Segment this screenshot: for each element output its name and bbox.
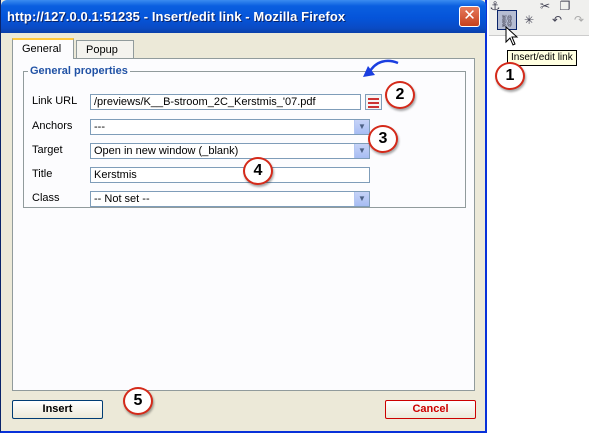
window-titlebar[interactable]: http://127.0.0.1:51235 - Insert/edit lin… bbox=[1, 0, 486, 33]
close-icon: ✕ bbox=[463, 7, 476, 24]
chevron-down-icon: ▼ bbox=[354, 144, 369, 158]
callout-1: 1 bbox=[495, 62, 525, 90]
callout-4: 4 bbox=[243, 157, 273, 185]
callout-3: 3 bbox=[368, 125, 398, 153]
chevron-down-icon: ▼ bbox=[354, 120, 369, 134]
insert-button[interactable]: Insert bbox=[12, 400, 103, 419]
redo-icon[interactable]: ↷ bbox=[569, 10, 589, 30]
undo-icon[interactable]: ↶ bbox=[547, 10, 567, 30]
window-title: http://127.0.0.1:51235 - Insert/edit lin… bbox=[7, 9, 346, 24]
class-label: Class bbox=[32, 192, 60, 204]
unlink-icon[interactable]: ✳ bbox=[519, 10, 539, 30]
browse-file-icon[interactable] bbox=[365, 94, 382, 110]
cancel-button[interactable]: Cancel bbox=[385, 400, 476, 419]
tab-general[interactable]: General bbox=[12, 38, 74, 59]
annotation-arrow-icon bbox=[363, 59, 399, 77]
callout-5: 5 bbox=[123, 387, 153, 415]
insert-link-dialog: http://127.0.0.1:51235 - Insert/edit lin… bbox=[0, 0, 487, 433]
title-input[interactable]: Kerstmis bbox=[90, 167, 370, 183]
target-label: Target bbox=[32, 144, 63, 156]
target-select[interactable]: Open in new window (_blank) ▼ bbox=[90, 143, 370, 159]
mouse-cursor-icon bbox=[505, 26, 519, 46]
class-value: -- Not set -- bbox=[94, 193, 150, 205]
tab-popup[interactable]: Popup bbox=[76, 40, 134, 59]
target-value: Open in new window (_blank) bbox=[94, 145, 239, 157]
chevron-down-icon: ▼ bbox=[354, 192, 369, 206]
anchors-label: Anchors bbox=[32, 120, 73, 132]
title-label: Title bbox=[32, 168, 53, 180]
editor-toolbar: ⚓ ✂ ❐ ⛓ ✳ ↶ ↷ bbox=[489, 0, 589, 36]
anchors-value: --- bbox=[94, 121, 105, 133]
link-url-input[interactable]: /previews/K__B-stroom_2C_Kerstmis_'07.pd… bbox=[90, 94, 361, 110]
anchors-select[interactable]: --- ▼ bbox=[90, 119, 370, 135]
callout-2: 2 bbox=[385, 81, 415, 109]
class-select[interactable]: -- Not set -- ▼ bbox=[90, 191, 370, 207]
link-url-label: Link URL bbox=[32, 95, 78, 107]
fieldset-legend: General properties bbox=[30, 65, 128, 77]
close-button[interactable]: ✕ bbox=[459, 6, 480, 27]
